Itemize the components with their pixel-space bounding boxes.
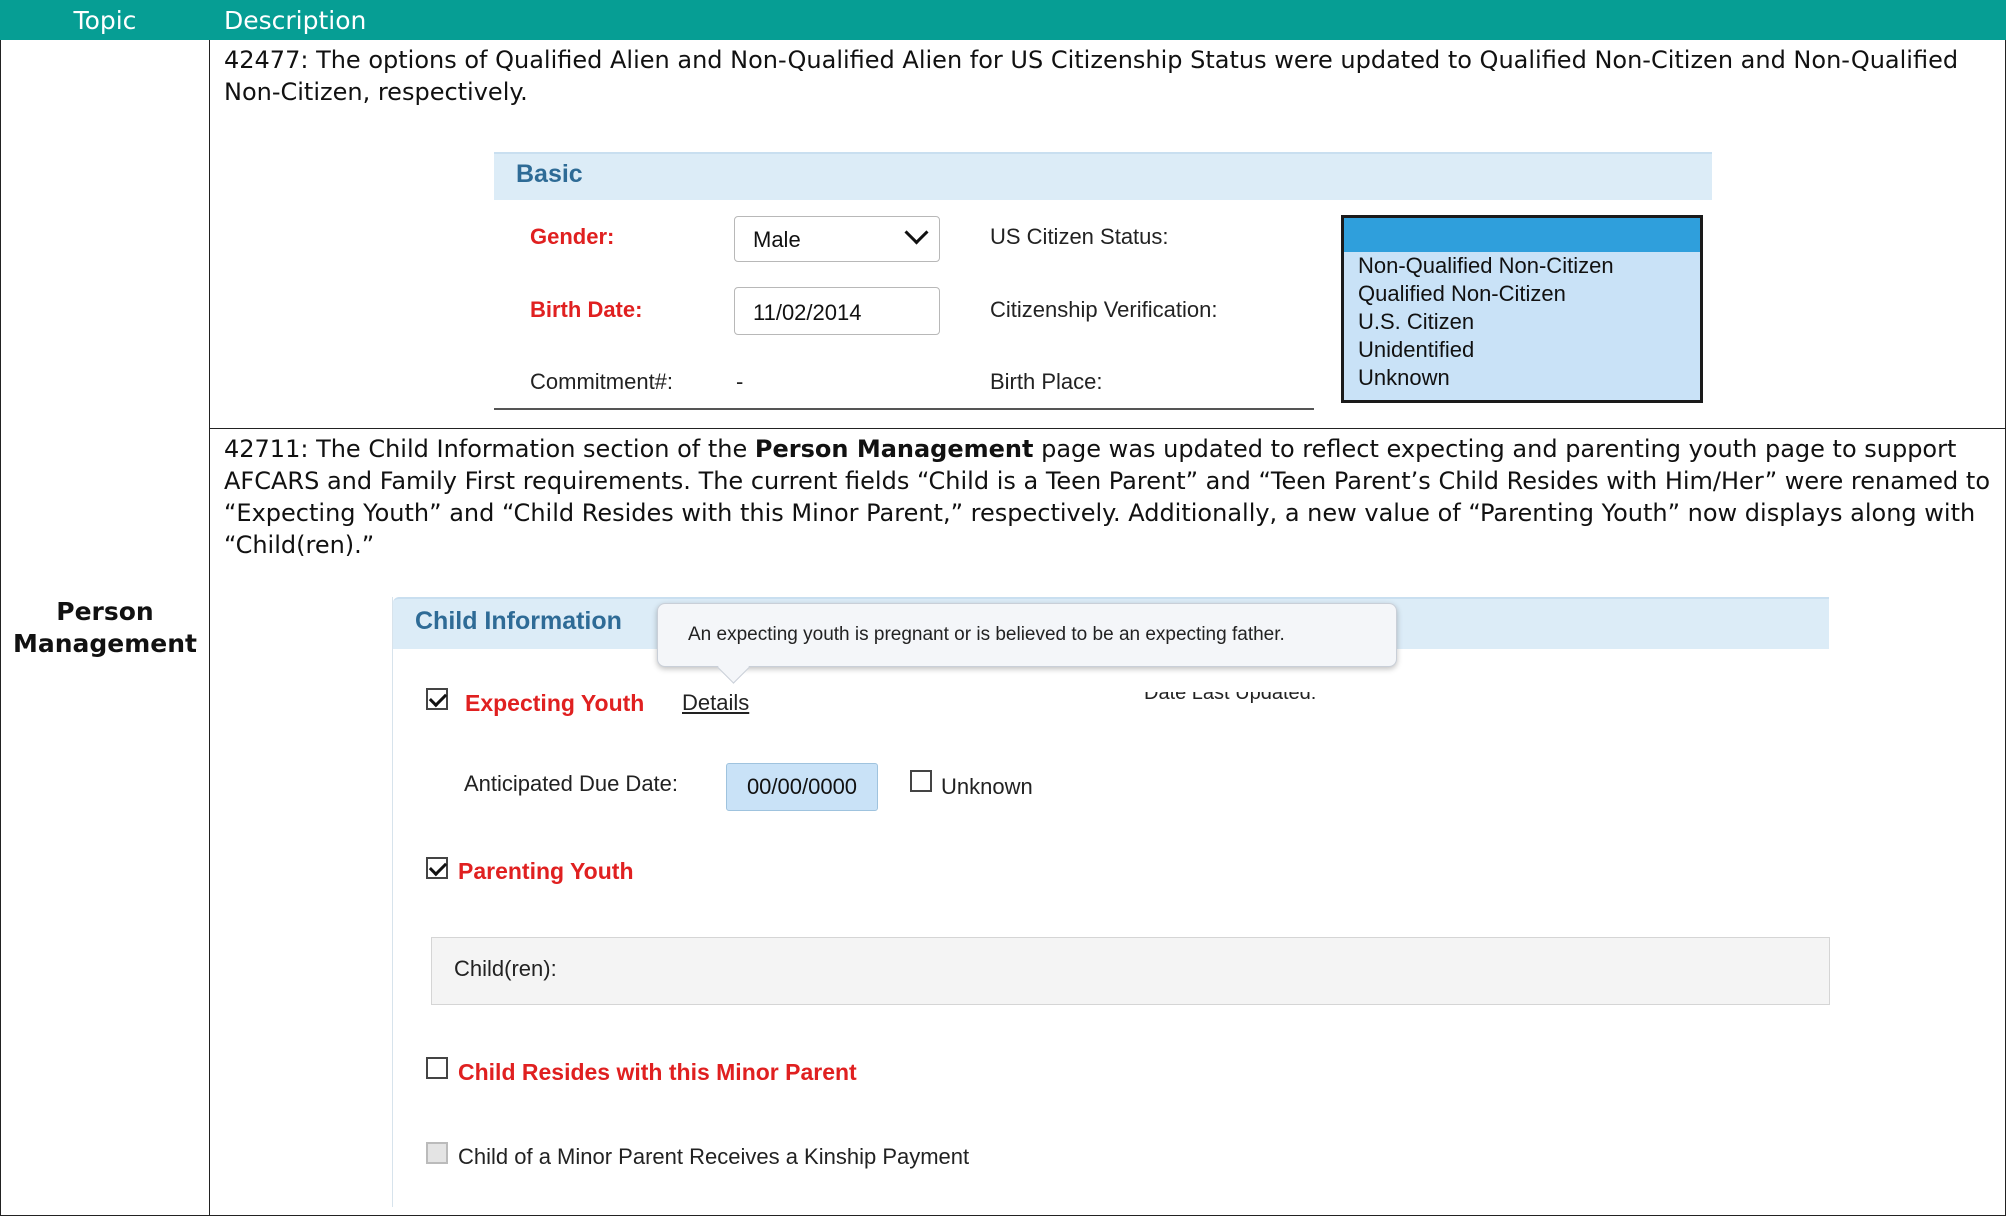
gender-select[interactable]: Male (734, 216, 940, 262)
anticipated-due-date-input[interactable]: 00/00/0000 (726, 763, 878, 811)
commitment-value: - (736, 369, 744, 394)
details-tooltip: An expecting youth is pregnant or is bel… (657, 603, 1397, 667)
item-42711-bold: Person Management (754, 435, 1034, 463)
anticipated-due-date-value: 00/00/0000 (746, 774, 858, 799)
child-panel-title: Child Information (415, 607, 622, 635)
listbox-option[interactable]: Non-Qualified Non-Citizen (1344, 252, 1700, 280)
children-section: Child(ren): (431, 937, 1830, 1005)
topic-label: Person Management (12, 596, 198, 658)
listbox-option[interactable]: Unidentified (1344, 336, 1700, 364)
unknown-checkbox[interactable] (910, 770, 932, 792)
kinship-payment-checkbox[interactable] (426, 1142, 448, 1164)
listbox-option[interactable]: Qualified Non-Citizen (1344, 280, 1700, 308)
birth-date-label: Birth Date: (530, 297, 643, 322)
item-42711-text: 42711: The Child Information section of … (210, 429, 2005, 561)
basic-panel-title: Basic (516, 160, 583, 188)
expecting-youth-checkbox[interactable] (426, 688, 448, 710)
tooltip-text: An expecting youth is pregnant or is bel… (688, 624, 1285, 645)
expecting-youth-label: Expecting Youth (465, 690, 645, 716)
topic-header: Topic (0, 0, 210, 40)
us-citizen-status-listbox[interactable]: Non-Qualified Non-Citizen Qualified Non-… (1341, 215, 1703, 403)
parenting-youth-label: Parenting Youth (458, 858, 634, 884)
citizenship-verification-label: Citizenship Verification: (990, 297, 1218, 322)
listbox-option[interactable]: U.S. Citizen (1344, 308, 1700, 336)
basic-panel-header: Basic (494, 152, 1712, 200)
children-label: Child(ren): (454, 956, 557, 981)
chevron-down-icon (904, 220, 929, 245)
kinship-payment-label: Child of a Minor Parent Receives a Kinsh… (458, 1144, 970, 1169)
divider (494, 408, 1314, 410)
commitment-label: Commitment#: (530, 369, 674, 394)
anticipated-due-date-label: Anticipated Due Date: (464, 771, 679, 796)
unknown-label: Unknown (941, 774, 1033, 799)
description-header: Description (209, 0, 2006, 40)
child-information-panel: Child Information (392, 597, 1829, 1207)
listbox-option[interactable]: Unknown (1344, 364, 1700, 392)
birth-date-value: 11/02/2014 (753, 300, 862, 325)
child-resides-checkbox[interactable] (426, 1057, 448, 1079)
item-42477-text: 42477: The options of Qualified Alien an… (224, 46, 1959, 106)
birth-place-label: Birth Place: (990, 369, 1103, 394)
listbox-selected-blank[interactable] (1344, 218, 1700, 252)
topic-cell: Person Management (0, 39, 210, 1216)
details-link[interactable]: Details (682, 690, 749, 716)
parenting-youth-checkbox[interactable] (426, 857, 448, 879)
child-resides-label: Child Resides with this Minor Parent (458, 1059, 857, 1085)
us-citizen-label: US Citizen Status: (990, 224, 1169, 249)
birth-date-input[interactable]: 11/02/2014 (734, 287, 940, 335)
gender-value: Male (753, 227, 801, 252)
item-42711-text-a: 42711: The Child Information section of … (224, 435, 755, 463)
gender-label: Gender: (530, 224, 615, 249)
